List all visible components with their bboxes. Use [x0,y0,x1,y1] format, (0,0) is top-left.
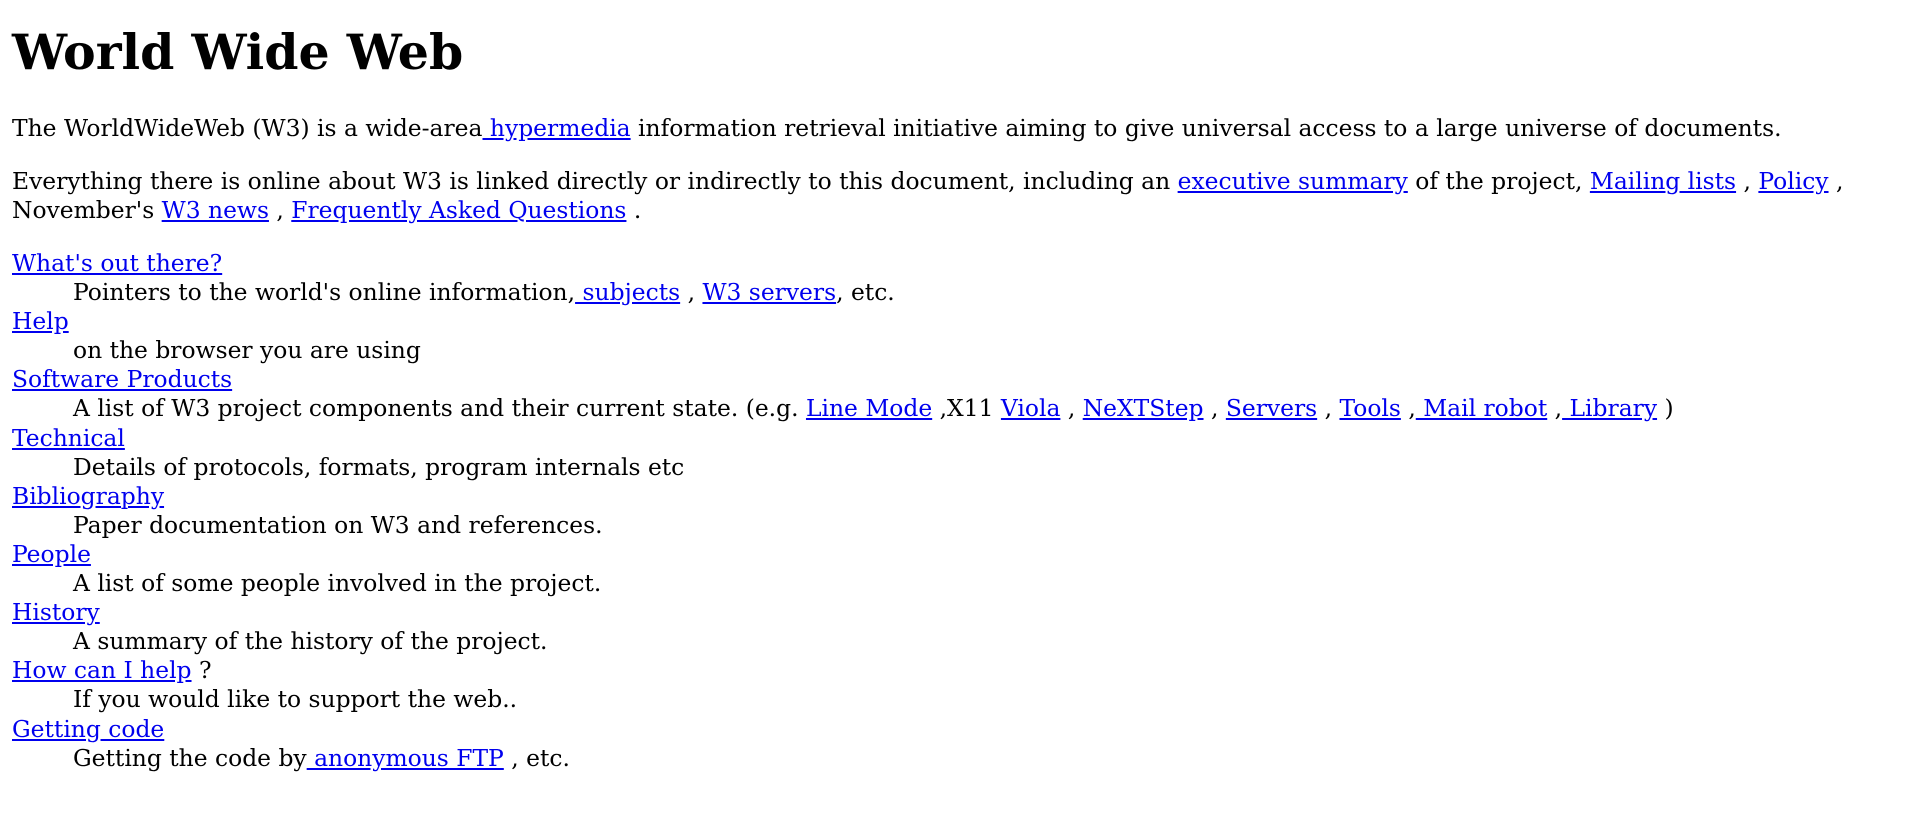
list-description: A list of W3 project components and thei… [12,394,1674,423]
hypermedia-link[interactable]: hypermedia [482,114,631,142]
list-description: A summary of the history of the project. [73,627,548,656]
summary-end: . [626,196,642,224]
nextstep-link[interactable]: NeXTStep [1083,394,1204,422]
people-link[interactable]: People [12,540,91,568]
whats-out-there-link[interactable]: What's out there? [12,249,222,277]
list-term: History [12,598,1674,627]
list-description: Paper documentation on W3 and references… [73,510,603,539]
technical-link[interactable]: Technical [12,424,125,452]
list-term: How can I help ? [12,656,1674,685]
getting-code-link[interactable]: Getting code [12,715,164,743]
list-description: Details of protocols, formats, program i… [73,452,685,481]
separator: , [680,278,703,307]
mail-robot-link[interactable]: Mail robot [1416,394,1547,422]
list-description: on the browser you are using [73,336,421,365]
mailing-lists-link[interactable]: Mailing lists [1590,167,1736,195]
description-end: , etc. [836,278,895,307]
list-term: Software Products [12,365,1674,394]
separator: , [1400,394,1416,423]
w3-news-link[interactable]: W3 news [162,196,269,224]
summary-paragraph: Everything there is online about W3 is l… [12,167,1843,225]
list-term: Help [12,307,1674,336]
description-end: ) [1657,394,1674,423]
description-text: Getting the code by [73,743,307,772]
x11-text: ,X11 [932,394,1001,423]
list-term: What's out there? [12,249,1674,278]
software-products-link[interactable]: Software Products [12,365,232,393]
description-end: , etc. [503,743,570,772]
help-link[interactable]: Help [12,307,69,335]
summary-text-mid: of the project, [1407,167,1590,195]
summary-line-2: November's W3 news , Frequently Asked Qu… [12,196,1843,225]
separator: , [1828,167,1844,195]
separator: , [1317,394,1340,423]
faq-link[interactable]: Frequently Asked Questions [291,196,626,224]
separator: , [268,196,292,224]
list-term: Getting code [12,715,1674,744]
description-text: A list of W3 project components and thei… [73,394,806,423]
intro-text: The WorldWideWeb (W3) is a wide-area [12,114,483,142]
intro-paragraph: The WorldWideWeb (W3) is a wide-area hyp… [12,114,1782,143]
history-link[interactable]: History [12,598,100,626]
bibliography-link[interactable]: Bibliography [12,482,164,510]
separator: , [1736,167,1759,195]
intro-text-end: information retrieval initiative aiming … [630,114,1782,142]
anonymous-ftp-link[interactable]: anonymous FTP [307,744,504,772]
list-description: Pointers to the world's online informati… [12,278,1674,307]
separator: , [1547,394,1563,423]
list-term: People [12,540,1674,569]
separator: , [1203,394,1226,423]
list-term: Technical [12,424,1674,453]
topic-list: What's out there? Pointers to the world'… [12,249,1674,773]
question-mark: ? [191,656,212,685]
tools-link[interactable]: Tools [1339,394,1400,422]
list-term: Bibliography [12,482,1674,511]
summary-text: Everything there is online about W3 is l… [12,167,1178,195]
summary-line-1: Everything there is online about W3 is l… [12,167,1843,196]
servers-link[interactable]: Servers [1226,394,1317,422]
policy-link[interactable]: Policy [1758,167,1828,195]
list-description: A list of some people involved in the pr… [73,569,602,598]
separator: , [1060,394,1083,423]
viola-link[interactable]: Viola [1001,394,1060,422]
line-mode-link[interactable]: Line Mode [806,394,932,422]
page-title: World Wide Web [12,23,464,81]
library-link[interactable]: Library [1562,394,1658,422]
summary-text-november: November's [12,196,162,224]
list-description: If you would like to support the web.. [73,685,518,714]
w3-servers-link[interactable]: W3 servers [702,278,836,306]
subjects-link[interactable]: subjects [575,278,680,306]
executive-summary-link[interactable]: executive summary [1178,167,1408,195]
how-can-i-help-link[interactable]: How can I help [12,656,192,684]
description-text: Pointers to the world's online informati… [73,278,576,307]
list-description: Getting the code by anonymous FTP , etc. [12,744,1674,773]
